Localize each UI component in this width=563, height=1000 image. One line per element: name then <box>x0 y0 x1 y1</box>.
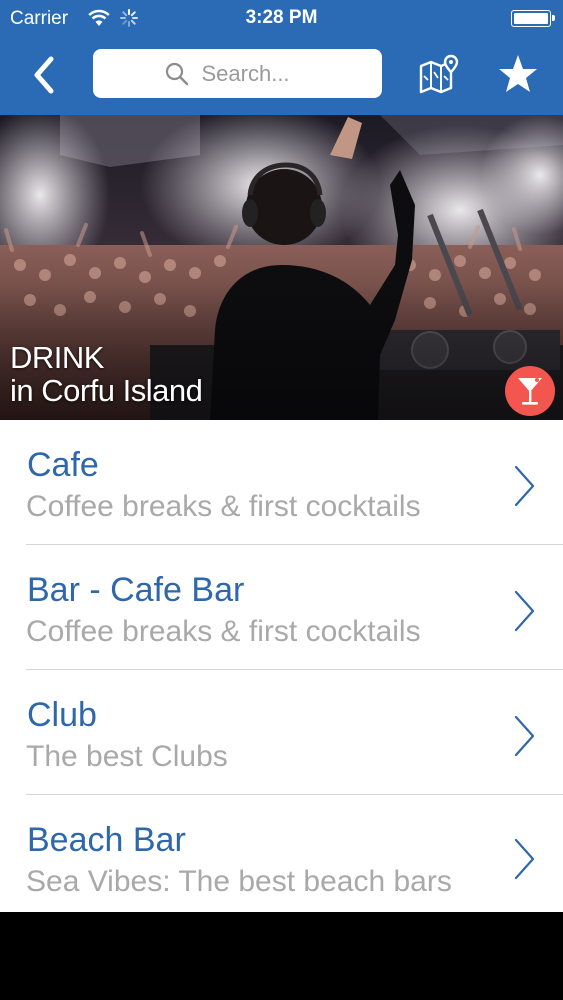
chevron-right-icon <box>514 465 535 507</box>
status-time: 3:28 PM <box>245 7 318 28</box>
list-item-subtitle: The best Clubs <box>26 740 228 773</box>
list-item-subtitle: Sea Vibes: The best beach bars <box>26 865 452 898</box>
favorites-button[interactable] <box>497 53 539 99</box>
chevron-right-icon <box>514 590 535 632</box>
cocktail-badge <box>505 366 555 416</box>
hero-caption: DRINK in Corfu Island <box>10 340 203 408</box>
list-item-title: Beach Bar <box>27 821 186 859</box>
hero-subtitle: in Corfu Island <box>10 373 203 408</box>
list-item-title: Bar - Cafe Bar <box>27 571 245 609</box>
list-item-subtitle: Coffee breaks & first cocktails <box>26 490 421 523</box>
back-button[interactable] <box>24 53 64 97</box>
hero-banner: DRINK in Corfu Island <box>0 115 563 420</box>
list-item-title: Cafe <box>27 446 99 484</box>
star-icon <box>499 55 537 92</box>
list-item-club[interactable]: Club The best Clubs <box>0 670 563 795</box>
list-item-bar-cafe-bar[interactable]: Bar - Cafe Bar Coffee breaks & first coc… <box>0 545 563 670</box>
map-button[interactable] <box>418 54 460 98</box>
chevron-right-icon <box>514 715 535 757</box>
list-item-cafe[interactable]: Cafe Coffee breaks & first cocktails <box>0 420 563 545</box>
cocktail-icon <box>518 378 542 405</box>
map-pin-icon <box>419 54 459 94</box>
app-screen: Carrier 3:28 PM Search... DRINK in Corfu… <box>0 0 563 912</box>
search-icon <box>165 62 188 85</box>
chevron-left-icon <box>34 56 54 94</box>
search-bar[interactable] <box>93 49 382 98</box>
search-input[interactable] <box>201 60 312 87</box>
battery-icon <box>511 10 555 27</box>
hero-title: DRINK <box>10 340 104 375</box>
chevron-right-icon <box>514 838 535 880</box>
list-item-title: Club <box>27 696 97 734</box>
navigation-bar: Carrier 3:28 PM Search... <box>0 0 563 115</box>
category-list: Cafe Coffee breaks & first cocktails Bar… <box>0 420 563 912</box>
status-bar: Carrier 3:28 PM <box>0 0 563 36</box>
list-item-subtitle: Coffee breaks & first cocktails <box>26 615 421 648</box>
list-item-beach-bar[interactable]: Beach Bar Sea Vibes: The best beach bars <box>0 795 563 912</box>
